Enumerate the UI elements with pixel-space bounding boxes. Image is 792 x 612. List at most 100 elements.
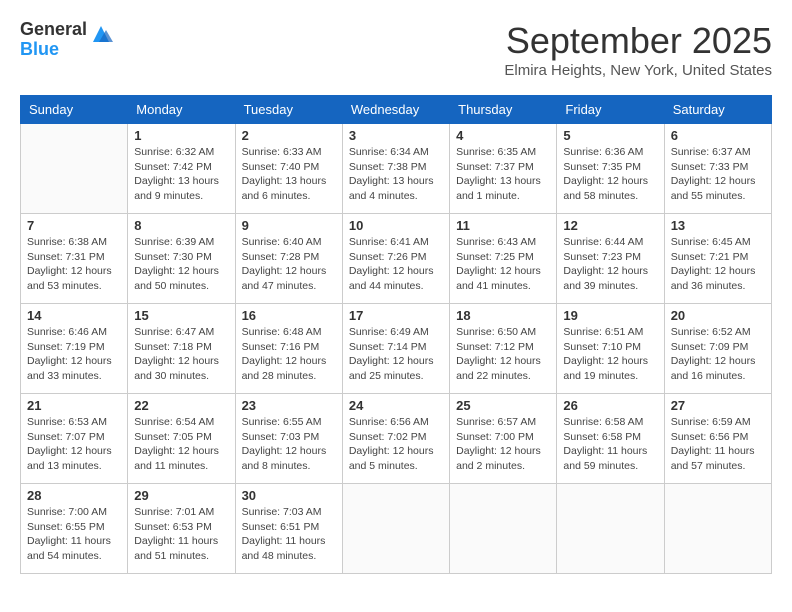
day-info: Sunrise: 6:53 AMSunset: 7:07 PMDaylight:… [27, 415, 121, 474]
calendar-cell [664, 484, 771, 574]
header-sunday: Sunday [21, 96, 128, 124]
header-wednesday: Wednesday [342, 96, 449, 124]
day-number: 22 [134, 398, 228, 413]
day-number: 25 [456, 398, 550, 413]
logo-text: General Blue [20, 20, 87, 60]
day-number: 21 [27, 398, 121, 413]
day-number: 26 [563, 398, 657, 413]
day-number: 5 [563, 128, 657, 143]
calendar-cell: 15 Sunrise: 6:47 AMSunset: 7:18 PMDayligh… [128, 304, 235, 394]
day-info: Sunrise: 6:32 AMSunset: 7:42 PMDaylight:… [134, 145, 228, 204]
calendar-cell: 26 Sunrise: 6:58 AMSunset: 6:58 PMDayligh… [557, 394, 664, 484]
day-info: Sunrise: 6:52 AMSunset: 7:09 PMDaylight:… [671, 325, 765, 384]
day-number: 17 [349, 308, 443, 323]
day-number: 3 [349, 128, 443, 143]
calendar-cell: 3 Sunrise: 6:34 AMSunset: 7:38 PMDaylight… [342, 124, 449, 214]
day-number: 19 [563, 308, 657, 323]
day-number: 29 [134, 488, 228, 503]
calendar-cell: 28Sunrise: 7:00 AMSunset: 6:55 PMDayligh… [21, 484, 128, 574]
day-number: 14 [27, 308, 121, 323]
calendar-cell: 27 Sunrise: 6:59 AMSunset: 6:56 PMDayligh… [664, 394, 771, 484]
week-row-5: 28Sunrise: 7:00 AMSunset: 6:55 PMDayligh… [21, 484, 772, 574]
day-number: 24 [349, 398, 443, 413]
day-number: 2 [242, 128, 336, 143]
header-monday: Monday [128, 96, 235, 124]
day-number: 16 [242, 308, 336, 323]
day-number: 7 [27, 218, 121, 233]
day-info: Sunrise: 6:44 AMSunset: 7:23 PMDaylight:… [563, 235, 657, 294]
day-number: 27 [671, 398, 765, 413]
calendar-cell: 19 Sunrise: 6:51 AMSunset: 7:10 PMDayligh… [557, 304, 664, 394]
header-tuesday: Tuesday [235, 96, 342, 124]
location: Elmira Heights, New York, United States [504, 62, 772, 79]
calendar-cell: 23 Sunrise: 6:55 AMSunset: 7:03 PMDayligh… [235, 394, 342, 484]
day-number: 28 [27, 488, 121, 503]
day-info: Sunrise: 6:58 AMSunset: 6:58 PMDaylight:… [563, 415, 657, 474]
day-info: Sunrise: 6:51 AMSunset: 7:10 PMDaylight:… [563, 325, 657, 384]
day-info: Sunrise: 6:55 AMSunset: 7:03 PMDaylight:… [242, 415, 336, 474]
day-info: Sunrise: 6:41 AMSunset: 7:26 PMDaylight:… [349, 235, 443, 294]
day-info: Sunrise: 6:47 AMSunset: 7:18 PMDaylight:… [134, 325, 228, 384]
title-section: September 2025 Elmira Heights, New York,… [504, 20, 772, 79]
day-info: Sunrise: 6:59 AMSunset: 6:56 PMDaylight:… [671, 415, 765, 474]
day-info: Sunrise: 6:39 AMSunset: 7:30 PMDaylight:… [134, 235, 228, 294]
header-saturday: Saturday [664, 96, 771, 124]
day-info: Sunrise: 6:43 AMSunset: 7:25 PMDaylight:… [456, 235, 550, 294]
day-info: Sunrise: 6:34 AMSunset: 7:38 PMDaylight:… [349, 145, 443, 204]
calendar-cell [21, 124, 128, 214]
day-info: Sunrise: 6:57 AMSunset: 7:00 PMDaylight:… [456, 415, 550, 474]
calendar-cell: 11 Sunrise: 6:43 AMSunset: 7:25 PMDayligh… [450, 214, 557, 304]
calendar-cell: 8 Sunrise: 6:39 AMSunset: 7:30 PMDaylight… [128, 214, 235, 304]
day-number: 10 [349, 218, 443, 233]
calendar-cell [342, 484, 449, 574]
day-info: Sunrise: 6:38 AMSunset: 7:31 PMDaylight:… [27, 235, 121, 294]
day-info: Sunrise: 6:45 AMSunset: 7:21 PMDaylight:… [671, 235, 765, 294]
calendar-cell: 9Sunrise: 6:40 AMSunset: 7:28 PMDaylight… [235, 214, 342, 304]
calendar-cell: 18Sunrise: 6:50 AMSunset: 7:12 PMDayligh… [450, 304, 557, 394]
day-number: 1 [134, 128, 228, 143]
day-number: 12 [563, 218, 657, 233]
day-info: Sunrise: 6:33 AMSunset: 7:40 PMDaylight:… [242, 145, 336, 204]
calendar-table: SundayMondayTuesdayWednesdayThursdayFrid… [20, 95, 772, 574]
calendar-cell: 17 Sunrise: 6:49 AMSunset: 7:14 PMDayligh… [342, 304, 449, 394]
calendar-cell: 16 Sunrise: 6:48 AMSunset: 7:16 PMDayligh… [235, 304, 342, 394]
day-number: 30 [242, 488, 336, 503]
calendar-cell: 24 Sunrise: 6:56 AMSunset: 7:02 PMDayligh… [342, 394, 449, 484]
day-number: 8 [134, 218, 228, 233]
calendar-cell: 6 Sunrise: 6:37 AMSunset: 7:33 PMDaylight… [664, 124, 771, 214]
calendar-cell: 20 Sunrise: 6:52 AMSunset: 7:09 PMDayligh… [664, 304, 771, 394]
logo-icon [89, 22, 113, 46]
day-info: Sunrise: 6:37 AMSunset: 7:33 PMDaylight:… [671, 145, 765, 204]
calendar-cell [450, 484, 557, 574]
day-number: 6 [671, 128, 765, 143]
day-number: 23 [242, 398, 336, 413]
day-info: Sunrise: 7:01 AMSunset: 6:53 PMDaylight:… [134, 505, 228, 564]
day-number: 4 [456, 128, 550, 143]
calendar-cell: 12 Sunrise: 6:44 AMSunset: 7:23 PMDayligh… [557, 214, 664, 304]
calendar-cell: 1 Sunrise: 6:32 AMSunset: 7:42 PMDaylight… [128, 124, 235, 214]
day-info: Sunrise: 6:49 AMSunset: 7:14 PMDaylight:… [349, 325, 443, 384]
day-info: Sunrise: 6:36 AMSunset: 7:35 PMDaylight:… [563, 145, 657, 204]
page-header: General Blue September 2025 Elmira Heigh… [20, 20, 772, 79]
calendar-cell: 14Sunrise: 6:46 AMSunset: 7:19 PMDayligh… [21, 304, 128, 394]
calendar-header-row: SundayMondayTuesdayWednesdayThursdayFrid… [21, 96, 772, 124]
calendar-cell: 22 Sunrise: 6:54 AMSunset: 7:05 PMDayligh… [128, 394, 235, 484]
day-number: 15 [134, 308, 228, 323]
logo-general: General [20, 20, 87, 40]
day-info: Sunrise: 6:54 AMSunset: 7:05 PMDaylight:… [134, 415, 228, 474]
day-number: 20 [671, 308, 765, 323]
day-number: 13 [671, 218, 765, 233]
calendar-cell: 7 Sunrise: 6:38 AMSunset: 7:31 PMDaylight… [21, 214, 128, 304]
day-info: Sunrise: 6:56 AMSunset: 7:02 PMDaylight:… [349, 415, 443, 474]
day-info: Sunrise: 6:35 AMSunset: 7:37 PMDaylight:… [456, 145, 550, 204]
day-number: 11 [456, 218, 550, 233]
calendar-cell: 25 Sunrise: 6:57 AMSunset: 7:00 PMDayligh… [450, 394, 557, 484]
calendar-cell: 29 Sunrise: 7:01 AMSunset: 6:53 PMDayligh… [128, 484, 235, 574]
logo: General Blue [20, 20, 113, 60]
calendar-cell: 4 Sunrise: 6:35 AMSunset: 7:37 PMDaylight… [450, 124, 557, 214]
day-info: Sunrise: 6:48 AMSunset: 7:16 PMDaylight:… [242, 325, 336, 384]
day-info: Sunrise: 7:03 AMSunset: 6:51 PMDaylight:… [242, 505, 336, 564]
day-number: 9 [242, 218, 336, 233]
calendar-cell: 5 Sunrise: 6:36 AMSunset: 7:35 PMDaylight… [557, 124, 664, 214]
calendar-cell: 10 Sunrise: 6:41 AMSunset: 7:26 PMDayligh… [342, 214, 449, 304]
